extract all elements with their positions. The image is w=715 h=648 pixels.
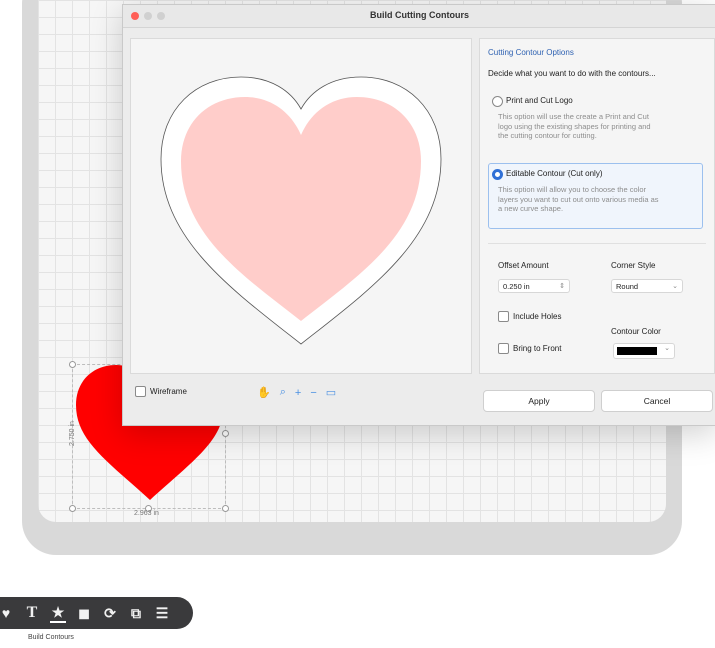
chevron-down-icon: ⌄	[664, 345, 670, 352]
contour-color-label: Contour Color	[611, 327, 661, 336]
options-panel: Cutting Contour Options Decide what you …	[479, 38, 715, 374]
contour-preview	[130, 38, 472, 374]
editable-contour-desc: This option will allow you to choose the…	[498, 185, 659, 213]
wireframe-checkbox[interactable]	[135, 386, 146, 397]
fit-icon[interactable]: ▭	[326, 386, 336, 399]
contour-color-picker[interactable]: ⌄	[613, 343, 675, 359]
options-heading: Cutting Contour Options	[488, 48, 574, 57]
selection-handle[interactable]	[222, 505, 229, 512]
options-divider	[488, 243, 706, 244]
bring-to-front-label: Bring to Front	[513, 344, 562, 353]
print-cut-label: Print and Cut Logo	[506, 96, 573, 105]
text-icon[interactable]: T	[24, 604, 40, 622]
zoom-icon[interactable]: ⌕	[280, 386, 286, 399]
star-icon[interactable]: ★	[50, 603, 66, 623]
wireframe-label: Wireframe	[150, 387, 187, 396]
width-dimension: 2.963 in	[134, 510, 159, 517]
selection-handle[interactable]	[69, 361, 76, 368]
selection-handle[interactable]	[69, 505, 76, 512]
print-cut-radio[interactable]	[492, 96, 503, 107]
editable-contour-label: Editable Contour (Cut only)	[506, 169, 603, 178]
offset-amount-input[interactable]: 0.250 in ⇕	[498, 279, 570, 293]
include-holes-checkbox[interactable]	[498, 311, 509, 322]
wireframe-toggle[interactable]: Wireframe	[135, 386, 187, 397]
stepper-icon[interactable]: ⇕	[559, 280, 565, 294]
apply-button[interactable]: Apply	[483, 390, 595, 412]
hand-icon[interactable]: ✋	[257, 386, 271, 399]
bring-to-front-toggle[interactable]: Bring to Front	[498, 343, 561, 354]
toolbar-tooltip: Build Contours	[28, 634, 74, 641]
color-swatch	[617, 347, 657, 355]
dialog-title: Build Cutting Contours	[370, 10, 469, 20]
cancel-button[interactable]: Cancel	[601, 390, 713, 412]
chevron-down-icon: ⌄	[672, 283, 678, 290]
options-prompt: Decide what you want to do with the cont…	[488, 69, 656, 78]
minus-icon[interactable]: −	[310, 387, 316, 399]
bottom-toolbar: ♥ T ★ ◼ ⟳ ⧉ ☰	[0, 597, 193, 629]
offset-amount-label: Offset Amount	[498, 261, 549, 270]
corner-style-label: Corner Style	[611, 261, 656, 270]
align-icon[interactable]: ☰	[154, 604, 170, 622]
include-holes-label: Include Holes	[513, 312, 562, 321]
dialog-titlebar: Build Cutting Contours	[123, 5, 715, 28]
heart-icon[interactable]: ♥	[0, 604, 14, 622]
height-dimension: 2.750 in	[68, 421, 76, 446]
preview-tools: ✋ ⌕ + − ▭	[257, 386, 336, 399]
include-holes-toggle[interactable]: Include Holes	[498, 311, 561, 322]
editable-contour-radio[interactable]	[492, 169, 503, 180]
corner-style-select[interactable]: Round ⌄	[611, 279, 683, 293]
build-contours-dialog: Build Cutting Contours Wireframe ✋ ⌕ + −…	[122, 4, 715, 426]
combine-icon[interactable]: ⧉	[128, 604, 144, 622]
plus-icon[interactable]: +	[295, 387, 301, 399]
shape-icon[interactable]: ◼	[76, 604, 92, 622]
rotate-icon[interactable]: ⟳	[102, 604, 118, 622]
print-cut-desc: This option will use the create a Print …	[498, 112, 651, 140]
bring-to-front-checkbox[interactable]	[498, 343, 509, 354]
